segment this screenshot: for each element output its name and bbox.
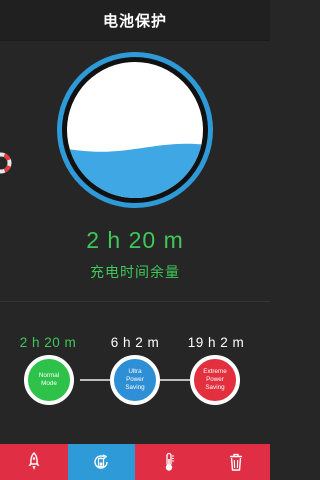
extreme-power-saving-button[interactable]: Extreme Power Saving <box>190 355 240 405</box>
mode-time-ultra: 6 h 2 m <box>110 335 160 350</box>
ultra-power-saving-button[interactable]: Ultra Power Saving <box>110 355 160 405</box>
app-header: 电池保护 <box>0 0 270 41</box>
mode-time-extreme: 19 h 2 m <box>187 335 245 350</box>
extreme-mode-label-1: Extreme <box>203 368 227 375</box>
remaining-time: 2 h 20 m <box>86 227 184 253</box>
battery-percent: 34% <box>105 114 165 146</box>
rocket-icon <box>28 452 40 470</box>
normal-mode-label-1: Normal <box>38 372 60 379</box>
extreme-mode-label-2: Power Saving <box>205 376 225 391</box>
mode-connector <box>158 379 190 381</box>
tab-cpu-cooler[interactable] <box>135 444 203 480</box>
normal-mode-label-2: Mode <box>41 380 57 387</box>
battery-gauge: 34% <box>55 50 215 210</box>
section-divider <box>0 301 270 302</box>
thermometer-icon <box>165 452 174 471</box>
tab-battery-saver[interactable] <box>67 444 135 480</box>
tab-cleaner[interactable] <box>202 444 270 480</box>
normal-mode-button[interactable]: Normal Mode <box>24 355 74 405</box>
ultra-mode-label-2: Power Saving <box>125 376 145 391</box>
remaining-time-label: 充电时间余量 <box>90 264 180 280</box>
trash-icon <box>230 453 243 471</box>
page-title: 电池保护 <box>102 12 167 30</box>
lifebuoy-icon[interactable] <box>0 152 12 174</box>
mode-connector <box>80 379 112 381</box>
mode-time-normal: 2 h 20 m <box>19 335 77 350</box>
ultra-mode-label-1: Ultra <box>128 368 142 375</box>
bottom-tab-bar <box>0 444 270 480</box>
tab-boost[interactable] <box>0 444 68 480</box>
battery-refresh-icon <box>94 454 108 469</box>
